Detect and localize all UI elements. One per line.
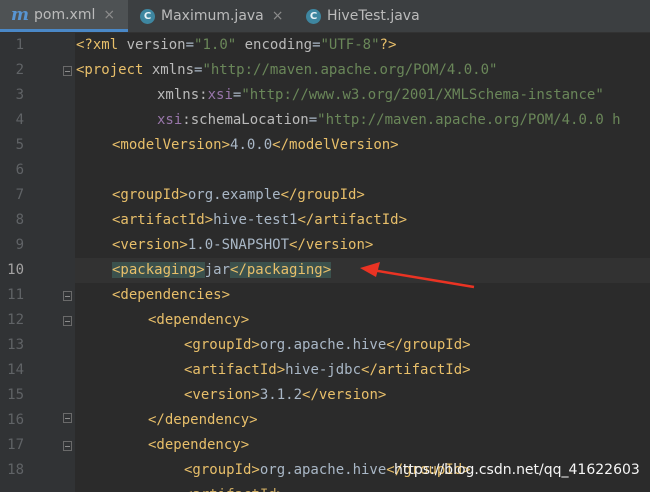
line-number: 17 — [7, 437, 24, 453]
code-line-4: xsi:schemaLocation="http://maven.apache.… — [157, 112, 621, 128]
line-number: 5 — [15, 137, 24, 153]
fold-toggle-icon[interactable] — [63, 316, 72, 326]
matched-close-tag: </packaging> — [230, 262, 332, 278]
line-number: 7 — [15, 187, 24, 203]
line-number: 12 — [7, 312, 24, 328]
tab-hivetest-java[interactable]: C HiveTest.java — [302, 0, 446, 32]
code-line-15: <version>3.1.2</version> — [184, 387, 387, 403]
line-number: 1 — [15, 37, 24, 53]
tab-label: pom.xml — [34, 6, 96, 23]
code-line-2: <project xmlns="http://maven.apache.org/… — [76, 62, 498, 78]
code-line-7: <groupId>org.example</groupId> — [112, 187, 365, 203]
line-number: 4 — [15, 112, 24, 128]
code-line-12: <dependency> — [148, 312, 250, 328]
line-number: 3 — [15, 87, 24, 103]
line-number-current: 10 — [7, 262, 24, 278]
fold-toggle-icon[interactable] — [63, 441, 72, 451]
close-tab-icon[interactable]: × — [103, 7, 115, 23]
line-number: 11 — [7, 287, 24, 303]
code-line-5: <modelVersion>4.0.0</modelVersion> — [112, 137, 399, 153]
matched-open-tag: <packaging> — [112, 262, 205, 278]
line-number-gutter[interactable]: 1 2 3 4 5 6 7 8 9 10 11 12 13 14 15 16 1… — [0, 33, 75, 492]
code-line-8: <artifactId>hive-test1</artifactId> — [112, 212, 408, 228]
code-line-14: <artifactId>hive-jdbc</artifactId> — [184, 362, 471, 378]
line-number: 15 — [7, 387, 24, 403]
tab-pom-xml[interactable]: m pom.xml × — [0, 0, 128, 32]
code-line-16: </dependency> — [148, 412, 258, 428]
line-number: 6 — [15, 162, 24, 178]
code-line-13: <groupId>org.apache.hive</groupId> — [184, 337, 471, 353]
tab-label: Maximum.java — [161, 8, 264, 24]
maven-file-icon: m — [11, 4, 29, 25]
code-line-11: <dependencies> — [112, 287, 231, 303]
tab-label: HiveTest.java — [327, 8, 420, 24]
code-line-10: <packaging>jar</packaging> — [112, 262, 332, 278]
code-line-3: xmlns:xsi="http://www.w3.org/2001/XMLSch… — [157, 87, 604, 103]
line-number: 13 — [7, 337, 24, 353]
annotation-arrow-icon — [360, 262, 475, 289]
editor-tab-bar: m pom.xml × C Maximum.java × C HiveTest.… — [0, 0, 650, 33]
close-tab-icon[interactable]: × — [272, 8, 284, 24]
watermark-text: https://blog.csdn.net/qq_41622603 — [394, 462, 640, 478]
tab-maximum-java[interactable]: C Maximum.java × — [134, 0, 304, 32]
line-number: 18 — [7, 462, 24, 478]
code-line-17: <dependency> — [148, 437, 250, 453]
fold-toggle-icon[interactable] — [63, 291, 72, 301]
line-number: 16 — [7, 412, 24, 428]
fold-toggle-icon[interactable] — [63, 413, 72, 423]
line-number: 2 — [15, 62, 24, 78]
line-number: 14 — [7, 362, 24, 378]
code-line-19-partial: <artifactId> — [184, 483, 285, 492]
java-class-icon: C — [306, 8, 321, 24]
code-line-1: <?xml version="1.0" encoding="UTF-8"?> — [76, 37, 397, 53]
java-class-icon: C — [140, 8, 155, 24]
line-number: 9 — [15, 237, 24, 253]
code-line-9: <version>1.0-SNAPSHOT</version> — [112, 237, 374, 253]
line-number: 8 — [15, 212, 24, 228]
fold-toggle-icon[interactable] — [63, 66, 72, 76]
